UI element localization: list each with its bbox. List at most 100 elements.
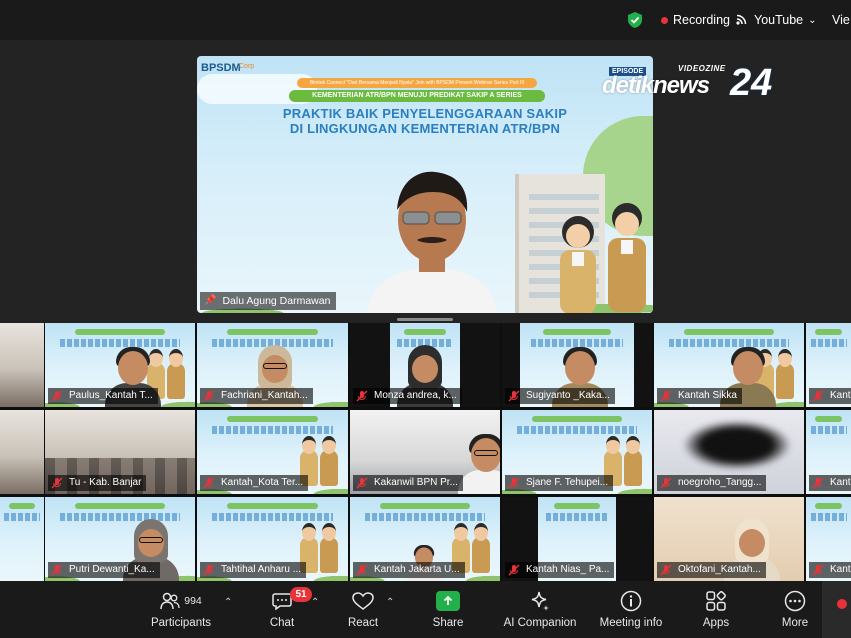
participant-name-tag: Kantah Jakarta U... — [353, 562, 465, 578]
participant-tile[interactable]: Fachriani_Kantah... — [197, 323, 348, 407]
slide-title: PRAKTIK BAIK PENYELENGGARAAN SAKIP DI LI… — [257, 106, 593, 136]
participant-name-tag: Putri Dewanti_Ka... — [48, 562, 160, 578]
mic-muted-icon — [508, 564, 520, 576]
speaker-person — [367, 171, 497, 313]
participant-tile[interactable]: Sjane F. Tehupei... — [502, 410, 652, 494]
mic-muted-icon — [660, 477, 672, 489]
mic-muted-icon — [203, 390, 215, 402]
mic-muted-icon — [203, 564, 215, 576]
mic-muted-icon — [660, 564, 672, 576]
cartoon-man-illustration — [608, 203, 646, 312]
more-button[interactable]: More — [775, 587, 815, 629]
apps-icon — [706, 591, 726, 611]
react-button[interactable]: React — [342, 587, 384, 629]
participant-name-tag: noegroho_Tangg... — [657, 475, 767, 491]
speaker-name-tag: 📌 Dalu Agung Darmawan — [200, 292, 337, 310]
share-button[interactable]: Share — [428, 587, 468, 629]
chat-label: Chat — [269, 617, 295, 629]
participant-name-tag: Kant — [809, 475, 851, 491]
recording-dot-icon — [661, 16, 668, 24]
corp-logo: Corp — [239, 63, 255, 70]
participants-count: 994 — [184, 595, 202, 607]
detiknews24-watermark: VIDEOZINE detiknews 24 — [600, 62, 790, 106]
recording-label: Recording — [673, 13, 730, 27]
participant-tile[interactable]: Kant — [806, 497, 851, 581]
participant-tile[interactable]: Kakanwil BPN Pr... — [350, 410, 500, 494]
slide-title-line-2: DI LINGKUNGAN KEMENTERIAN ATR/BPN — [289, 121, 561, 136]
livestream-youtube-menu[interactable]: YouTube ⌄ — [735, 13, 817, 27]
participant-tile[interactable]: Kant — [806, 410, 851, 494]
participant-tile[interactable]: Tu - Kab. Banjar — [45, 410, 195, 494]
meeting-toolbar: 994 Participants ⌃ Chat 51 ⌃ React ⌃ Sha… — [0, 581, 851, 638]
participant-tile[interactable]: Kantah Sikka — [654, 323, 804, 407]
record-control-button[interactable] — [822, 581, 851, 638]
participant-tile[interactable]: Putri Dewanti_Ka... — [45, 497, 195, 581]
participant-tile[interactable]: Paulus_Kantah T... — [45, 323, 195, 407]
participant-tile[interactable]: Kant — [806, 323, 851, 407]
mic-muted-icon — [812, 564, 824, 576]
sparkle-icon — [531, 591, 549, 611]
react-caret-icon[interactable]: ⌃ — [386, 597, 394, 608]
apps-label: Apps — [702, 617, 730, 629]
meeting-info-button[interactable]: Meeting info — [595, 587, 667, 629]
mic-muted-icon — [812, 390, 824, 402]
participant-name-tag: Kantah_Kota Ter... — [200, 475, 309, 491]
recording-indicator[interactable]: Recording — [661, 13, 730, 27]
info-icon — [620, 590, 642, 612]
view-menu-button[interactable]: Vie — [832, 13, 850, 27]
participant-tile[interactable]: noegroho_Tangg... — [654, 410, 804, 494]
participant-name-tag: Kakanwil BPN Pr... — [353, 475, 463, 491]
participants-icon — [160, 592, 180, 610]
participant-name-tag: Oktofani_Kantah... — [657, 562, 766, 578]
participant-tile[interactable]: Monza andrea, k... — [350, 323, 500, 407]
participant-tile[interactable] — [0, 323, 44, 407]
mic-muted-icon — [51, 390, 63, 402]
participant-tile[interactable]: Sugiyanto _Kaka... — [502, 323, 652, 407]
meeting-info-label: Meeting info — [599, 617, 663, 629]
share-label: Share — [432, 617, 464, 629]
participant-name-tag: Monza andrea, k... — [353, 388, 462, 404]
chat-unread-badge: 51 — [290, 587, 312, 602]
participant-tile[interactable]: Kantah_Kota Ter... — [197, 410, 348, 494]
chat-caret-icon[interactable]: ⌃ — [311, 597, 319, 608]
watermark-number: 24 — [730, 62, 773, 104]
participant-tile[interactable]: Kantah Jakarta U... — [350, 497, 500, 581]
mic-muted-icon — [508, 390, 520, 402]
participant-name-tag: Kant — [809, 388, 851, 404]
chevron-down-icon: ⌄ — [808, 14, 817, 26]
watermark-brand: detiknews — [602, 72, 710, 99]
stage-resize-handle[interactable] — [397, 318, 453, 321]
share-screen-icon — [436, 591, 460, 611]
participant-name-tag: Paulus_Kantah T... — [48, 388, 158, 404]
bpsdm-logo: BPSDM — [201, 62, 241, 74]
mic-muted-icon — [508, 477, 520, 489]
zoom-meeting-window: Recording YouTube ⌄ Vie BPSDM Corp Bimte… — [0, 0, 851, 638]
slide-title-line-1: PRAKTIK BAIK PENYELENGGARAAN SAKIP — [282, 106, 568, 121]
participants-label: Participants — [150, 617, 212, 629]
security-shield-icon[interactable] — [626, 11, 644, 29]
participant-tile[interactable] — [0, 497, 44, 581]
participant-name-tag: Sjane F. Tehupei... — [505, 475, 614, 491]
mic-muted-icon — [356, 390, 368, 402]
react-label: React — [347, 617, 379, 629]
participant-tile[interactable]: Kantah Nias_ Pa... — [502, 497, 652, 581]
broadcast-icon — [736, 14, 747, 25]
participants-button[interactable]: 994 Participants — [146, 587, 216, 629]
participant-tile[interactable]: Tahtihal Anharu ... — [197, 497, 348, 581]
participant-tile[interactable] — [0, 410, 44, 494]
more-label: More — [781, 617, 809, 629]
participants-caret-icon[interactable]: ⌃ — [224, 597, 232, 608]
participant-name-tag: Fachriani_Kantah... — [200, 388, 313, 404]
speaker-name: Dalu Agung Darmawan — [222, 295, 331, 307]
heart-icon — [352, 592, 374, 610]
pin-icon: 📌 — [204, 295, 217, 306]
participant-name-tag: Sugiyanto _Kaka... — [505, 388, 615, 404]
participant-name-tag: Tu - Kab. Banjar — [48, 475, 147, 491]
chat-icon — [272, 593, 292, 610]
participant-tile[interactable]: Oktofani_Kantah... — [654, 497, 804, 581]
apps-button[interactable]: Apps — [696, 587, 736, 629]
active-speaker-video[interactable]: BPSDM Corp Bimtek Connect "Dari Bersama … — [197, 56, 653, 313]
participant-name-tag: Tahtihal Anharu ... — [200, 562, 307, 578]
ai-companion-label: AI Companion — [503, 617, 577, 629]
ai-companion-button[interactable]: AI Companion — [500, 587, 580, 629]
